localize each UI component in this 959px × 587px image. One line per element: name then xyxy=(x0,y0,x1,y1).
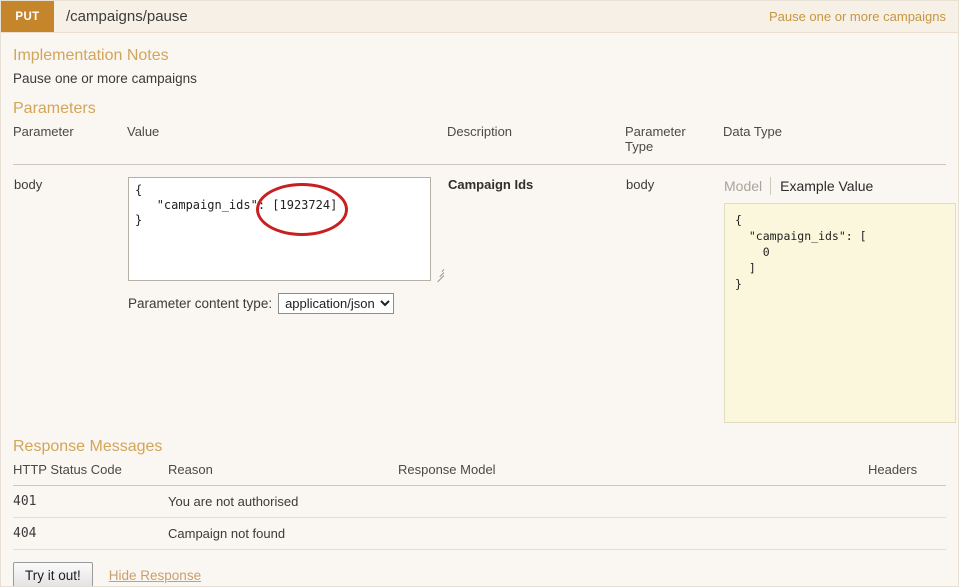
model-example-tabs: Model Example Value xyxy=(724,177,945,195)
http-method-badge: PUT xyxy=(1,1,54,32)
response-reason: You are not authorised xyxy=(168,486,398,518)
parameter-content-type-row: Parameter content type: application/json xyxy=(128,293,446,314)
parameters-table: Parameter Value Description Parameter Ty… xyxy=(13,124,946,424)
header-parameter-type-line2: Type xyxy=(625,139,653,154)
header-value: Value xyxy=(127,124,447,165)
response-model xyxy=(398,486,868,518)
implementation-notes-title: Implementation Notes xyxy=(13,47,946,65)
parameter-content-type-select[interactable]: application/json xyxy=(278,293,394,314)
parameter-description-cell: Campaign Ids xyxy=(447,165,625,425)
tab-example-value[interactable]: Example Value xyxy=(770,177,873,195)
parameter-row-body: body Parameter content type: application… xyxy=(13,165,946,425)
response-status-code: 401 xyxy=(13,486,168,518)
header-parameter-type-line1: Parameter xyxy=(625,124,686,139)
implementation-notes-text: Pause one or more campaigns xyxy=(13,71,946,86)
header-description: Description xyxy=(447,124,625,165)
parameter-content-type-label: Parameter content type: xyxy=(128,296,272,311)
parameters-title: Parameters xyxy=(13,100,946,118)
response-messages-title: Response Messages xyxy=(13,438,946,456)
tab-model[interactable]: Model xyxy=(724,177,770,195)
operation-content: Implementation Notes Pause one or more c… xyxy=(1,47,958,587)
parameter-type-cell: body xyxy=(625,165,723,425)
parameter-name-cell: body xyxy=(13,165,127,425)
operation-path[interactable]: /campaigns/pause xyxy=(54,1,769,32)
try-it-out-button[interactable]: Try it out! xyxy=(13,562,93,587)
header-parameter: Parameter xyxy=(13,124,127,165)
textarea-resize-handle-icon[interactable] xyxy=(432,266,444,278)
header-http-status-code: HTTP Status Code xyxy=(13,462,168,486)
operation-actions: Try it out! Hide Response xyxy=(13,550,946,587)
operation-summary: Pause one or more campaigns xyxy=(769,1,958,32)
body-parameter-textarea[interactable] xyxy=(128,177,431,281)
header-response-model: Response Model xyxy=(398,462,868,486)
header-reason: Reason xyxy=(168,462,398,486)
swagger-operation-panel: PUT /campaigns/pause Pause one or more c… xyxy=(0,0,959,587)
response-messages-table: HTTP Status Code Reason Response Model H… xyxy=(13,462,946,550)
table-row: 404 Campaign not found xyxy=(13,518,946,550)
parameters-header-row: Parameter Value Description Parameter Ty… xyxy=(13,124,946,165)
parameter-data-type-cell: Model Example Value { "campaign_ids": [ … xyxy=(723,165,946,425)
parameter-value-cell: Parameter content type: application/json xyxy=(127,165,447,425)
header-headers: Headers xyxy=(868,462,946,486)
responses-header-row: HTTP Status Code Reason Response Model H… xyxy=(13,462,946,486)
example-value-box: { "campaign_ids": [ 0 ] } xyxy=(724,203,956,423)
hide-response-link[interactable]: Hide Response xyxy=(109,568,201,583)
body-value-wrapper xyxy=(128,177,446,281)
operation-header[interactable]: PUT /campaigns/pause Pause one or more c… xyxy=(1,1,958,33)
table-row: 401 You are not authorised xyxy=(13,486,946,518)
response-reason: Campaign not found xyxy=(168,518,398,550)
header-parameter-type: Parameter Type xyxy=(625,124,723,165)
response-status-code: 404 xyxy=(13,518,168,550)
response-headers xyxy=(868,486,946,518)
response-model xyxy=(398,518,868,550)
response-headers xyxy=(868,518,946,550)
header-data-type: Data Type xyxy=(723,124,946,165)
